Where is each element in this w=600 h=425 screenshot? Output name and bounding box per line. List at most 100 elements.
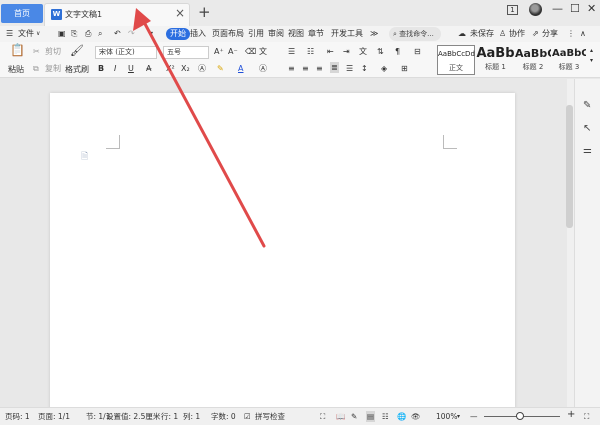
outline-view-icon[interactable]: ☷ bbox=[382, 411, 389, 422]
paste-icon[interactable]: 📋 bbox=[10, 44, 25, 56]
tab-developer[interactable]: 开发工具 bbox=[331, 28, 363, 40]
more-tabs-icon[interactable]: ≫ bbox=[370, 28, 378, 40]
eye-protection-icon[interactable]: 👁 bbox=[411, 411, 421, 422]
decrease-indent-icon[interactable]: ⇤ bbox=[327, 46, 334, 57]
scrollbar-thumb[interactable] bbox=[566, 105, 573, 228]
user-avatar[interactable] bbox=[529, 3, 542, 16]
chevron-down-icon[interactable]: ∨ bbox=[36, 28, 40, 40]
zoom-level[interactable]: 100% bbox=[436, 411, 457, 422]
align-left-icon[interactable]: ≡ bbox=[288, 63, 295, 74]
undo-icon[interactable]: ↶ bbox=[114, 28, 121, 40]
format-painter-button[interactable]: 格式刷 bbox=[65, 64, 89, 75]
close-window-button[interactable]: ✕ bbox=[587, 2, 596, 16]
setting-value[interactable]: 设置值: 2.5厘米 bbox=[106, 411, 160, 422]
chinese-layout-icon[interactable]: 文 bbox=[359, 46, 367, 57]
row-info[interactable]: 行: 1 bbox=[161, 411, 178, 422]
style-heading-1[interactable]: AaBb 标题 1 bbox=[476, 45, 515, 75]
page-count[interactable]: 页面: 1/1 bbox=[38, 411, 70, 422]
close-tab-icon[interactable]: × bbox=[175, 7, 185, 20]
increase-indent-icon[interactable]: ⇥ bbox=[343, 46, 350, 57]
select-pointer-icon[interactable]: ↖ bbox=[583, 123, 591, 135]
tab-view[interactable]: 视图 bbox=[288, 28, 304, 40]
fullscreen-icon[interactable]: ⛶ bbox=[320, 411, 325, 422]
page-count-badge[interactable]: 1 bbox=[507, 5, 518, 15]
print-icon[interactable]: ⎙ bbox=[85, 28, 91, 40]
spell-check-checkbox-icon[interactable]: ☑ bbox=[244, 411, 251, 422]
underline-icon[interactable]: U bbox=[128, 63, 134, 74]
font-size-select[interactable]: 五号 bbox=[163, 46, 209, 59]
zoom-slider-knob[interactable] bbox=[516, 412, 524, 420]
fit-page-icon[interactable]: ⛶ bbox=[584, 411, 589, 422]
unsaved-status[interactable]: 未保存 bbox=[470, 28, 494, 40]
text-effect-icon[interactable]: Ⓐ bbox=[198, 63, 206, 74]
format-painter-icon[interactable]: 🖌 bbox=[70, 45, 84, 56]
strikethrough-icon[interactable]: A̶ bbox=[146, 63, 151, 74]
sort-icon[interactable]: ⇅ bbox=[377, 46, 384, 57]
column-info[interactable]: 列: 1 bbox=[183, 411, 200, 422]
copy-button[interactable]: 复制 bbox=[45, 63, 61, 74]
font-name-select[interactable]: 宋体 (正文) bbox=[95, 46, 157, 59]
spell-check-button[interactable]: 拼写检查 bbox=[255, 411, 285, 422]
line-spacing-icon[interactable]: ↕ bbox=[361, 63, 368, 74]
bold-icon[interactable]: B bbox=[98, 63, 104, 74]
write-mode-icon[interactable]: ✎ bbox=[351, 411, 357, 422]
edit-pen-icon[interactable]: ✎ bbox=[583, 100, 591, 112]
document-tab[interactable]: W 文字文稿1 × bbox=[44, 3, 190, 26]
save-icon[interactable]: ▣ bbox=[58, 28, 66, 40]
collapse-ribbon-icon[interactable]: ∧ bbox=[580, 28, 586, 40]
tab-start[interactable]: 开始 bbox=[166, 28, 190, 40]
tab-sections[interactable]: 章节 bbox=[308, 28, 324, 40]
minimize-button[interactable]: — bbox=[552, 2, 563, 16]
increase-font-icon[interactable]: A⁺ bbox=[214, 46, 224, 57]
font-color-icon[interactable]: A bbox=[238, 63, 243, 74]
cut-button[interactable]: 剪切 bbox=[45, 46, 61, 57]
hamburger-menu-icon[interactable]: ☰ bbox=[6, 28, 13, 40]
shading-icon[interactable]: ◈ bbox=[381, 63, 387, 74]
show-marks-icon[interactable]: ¶ bbox=[395, 46, 400, 57]
tab-references[interactable]: 引用 bbox=[248, 28, 264, 40]
settings-sliders-icon[interactable]: ⚌ bbox=[583, 145, 592, 157]
italic-icon[interactable]: I bbox=[114, 63, 116, 74]
subscript-icon[interactable]: X₂ bbox=[181, 63, 190, 74]
distributed-align-icon[interactable]: ☰ bbox=[346, 63, 353, 74]
align-right-icon[interactable]: ≡ bbox=[316, 63, 323, 74]
superscript-icon[interactable]: X² bbox=[166, 63, 175, 74]
phonetic-icon[interactable]: 文 bbox=[259, 46, 267, 57]
highlight-icon[interactable]: ✎ bbox=[217, 63, 224, 74]
page-number[interactable]: 页码: 1 bbox=[5, 411, 30, 422]
cloud-icon[interactable]: ☁ bbox=[458, 28, 466, 40]
decrease-font-icon[interactable]: A⁻ bbox=[228, 46, 238, 57]
char-border-icon[interactable]: Ⓐ bbox=[259, 63, 267, 74]
tab-review[interactable]: 审阅 bbox=[268, 28, 284, 40]
command-search[interactable]: ⌕ 查找命令... bbox=[389, 27, 441, 41]
file-menu[interactable]: 文件 bbox=[18, 28, 34, 40]
bullet-list-icon[interactable]: ☰ bbox=[288, 46, 295, 57]
document-page[interactable]: 🗎 bbox=[50, 93, 515, 423]
web-view-icon[interactable]: 🌐 bbox=[397, 411, 406, 422]
zoom-out-button[interactable]: — bbox=[470, 411, 478, 422]
word-count[interactable]: 字数: 0 bbox=[211, 411, 236, 422]
align-center-icon[interactable]: ≡ bbox=[302, 63, 309, 74]
print-preview-icon[interactable]: ⌕ bbox=[98, 28, 102, 40]
zoom-dropdown-icon[interactable]: ▾ bbox=[457, 411, 460, 422]
export-pdf-icon[interactable]: ⎘ bbox=[71, 28, 77, 40]
style-heading-2[interactable]: AaBbC 标题 2 bbox=[515, 45, 551, 75]
redo-icon[interactable]: ↷ bbox=[128, 28, 135, 40]
clear-format-icon[interactable]: ⌫ bbox=[245, 46, 256, 57]
page-view-icon[interactable]: ▤ bbox=[366, 411, 376, 422]
borders-icon[interactable]: ⊞ bbox=[401, 63, 408, 74]
numbered-list-icon[interactable]: ☷ bbox=[307, 46, 314, 57]
paragraph-doc-icon[interactable]: 🗎 bbox=[81, 149, 88, 165]
read-mode-icon[interactable]: 📖 bbox=[336, 411, 345, 422]
maximize-button[interactable]: ☐ bbox=[570, 2, 580, 16]
share-button[interactable]: 分享 bbox=[542, 28, 558, 40]
tab-insert[interactable]: 插入 bbox=[190, 28, 206, 40]
collaborate-button[interactable]: 协作 bbox=[509, 28, 525, 40]
styles-scroll-down-icon[interactable]: ▾ bbox=[590, 55, 593, 66]
tab-page-layout[interactable]: 页面布局 bbox=[212, 28, 244, 40]
zoom-in-button[interactable]: + bbox=[567, 409, 575, 420]
quick-access-more-icon[interactable]: ▾ bbox=[149, 28, 153, 40]
more-options-icon[interactable]: ⋮ bbox=[567, 28, 575, 40]
style-normal[interactable]: AaBbCcDd 正文 bbox=[437, 45, 475, 75]
style-heading-3[interactable]: AaBbC 标题 3 bbox=[552, 45, 586, 75]
